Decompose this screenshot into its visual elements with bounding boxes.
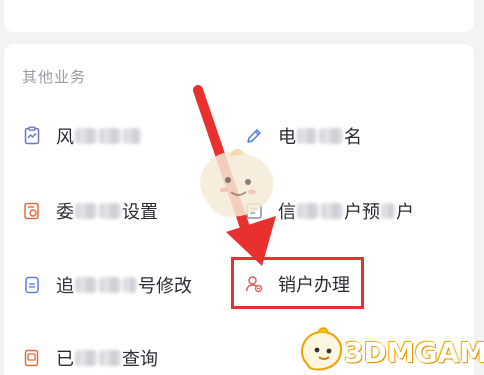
clipboard-chart-icon [22,126,42,146]
item-label-suffix: 设置 [122,202,158,223]
redacted-text [319,128,343,144]
business-item-electronic[interactable]: 电 名 [244,121,362,151]
redacted-text [297,203,319,219]
item-label-prefix: 信 [278,202,296,223]
pen-icon [244,126,264,146]
business-item-query[interactable]: 已 查询 [22,343,158,373]
document-search-icon [22,348,42,368]
business-item-trace[interactable]: 追 号修改 [22,270,192,300]
page-edge [478,0,484,375]
redacted-text [321,203,343,219]
item-label-middle: 户预 [344,202,380,223]
redacted-text [381,203,395,219]
document-card-icon [244,201,264,221]
device-icon [22,275,42,295]
item-label-prefix: 追 [56,276,74,297]
item-label-prefix: 电 [278,127,296,148]
item-label-prefix: 委 [56,202,74,223]
redacted-text [75,277,97,293]
previous-card [4,0,474,32]
redacted-text [75,350,97,366]
redacted-text [99,277,121,293]
section-title: 其他业务 [22,68,87,86]
highlight-box [231,257,364,309]
item-label-prefix: 风 [56,127,74,148]
redacted-text [75,128,97,144]
item-label-suffix: 户 [396,202,414,223]
redacted-text [99,128,121,144]
redacted-text [123,277,137,293]
item-label-suffix: 号修改 [138,276,192,297]
item-label-prefix: 已 [56,349,74,370]
redacted-text [99,350,121,366]
redacted-text [75,203,97,219]
redacted-text [297,128,317,144]
business-item-risk[interactable]: 风 [22,121,142,151]
document-gear-icon [22,201,42,221]
item-label-suffix: 查询 [122,349,158,370]
site-watermark: 3DMGAME [344,336,484,369]
redacted-text [99,203,121,219]
redacted-text [123,128,141,144]
item-label-suffix: 名 [344,127,362,148]
business-item-entrust[interactable]: 委 设置 [22,196,158,226]
business-item-credit[interactable]: 信 户预 户 [244,196,414,226]
